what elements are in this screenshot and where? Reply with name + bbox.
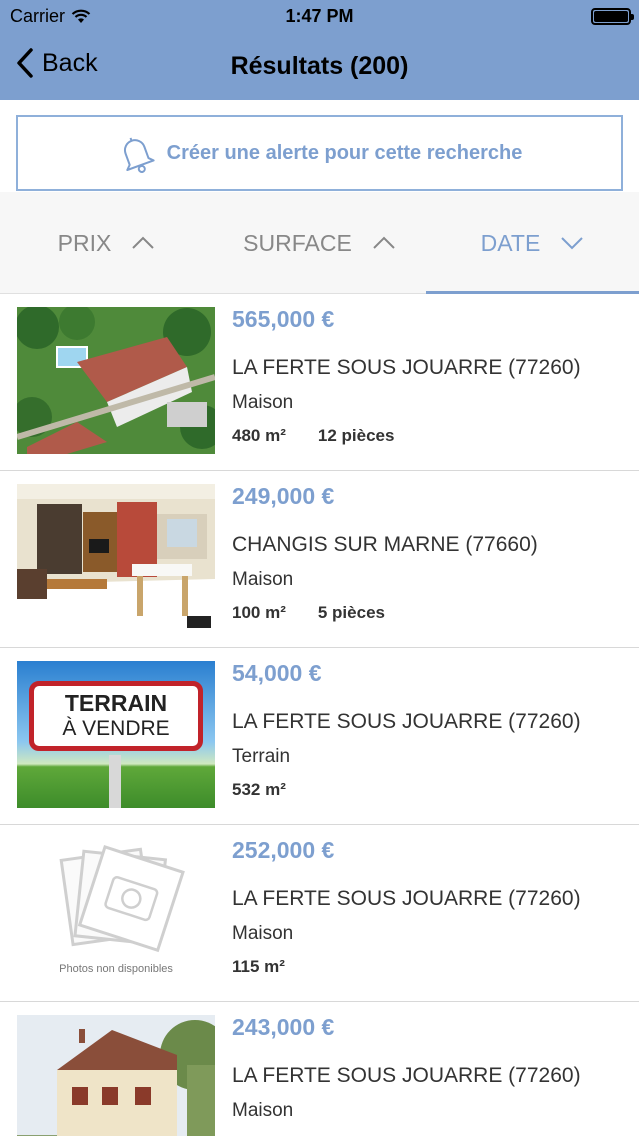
listing-info: 249,000 € CHANGIS SUR MARNE (77660) Mais… <box>232 483 629 623</box>
status-bar: Carrier 1:47 PM <box>0 0 639 36</box>
listing-city: LA FERTE SOUS JOUARRE (77260) <box>232 1064 581 1087</box>
listing-price: 249,000 € <box>232 483 335 509</box>
sign-line-2: À VENDRE <box>62 717 170 740</box>
listing-info: 565,000 € LA FERTE SOUS JOUARRE (77260) … <box>232 306 629 446</box>
camera-placeholder-icon <box>59 845 185 953</box>
listing-city: LA FERTE SOUS JOUARRE (77260) <box>232 710 581 733</box>
listing-meta: 115 m² <box>232 957 629 977</box>
listing-rooms: 5 pièces <box>317 603 385 622</box>
listing-surface: 115 m² <box>232 957 285 976</box>
listing-meta: 480 m² 12 pièces <box>232 426 629 446</box>
bell-icon <box>123 137 155 173</box>
sort-tab-label: SURFACE <box>243 229 352 256</box>
sort-tab-label: PRIX <box>57 229 112 256</box>
list-item[interactable]: 565,000 € LA FERTE SOUS JOUARRE (77260) … <box>0 294 639 471</box>
results-list[interactable]: 565,000 € LA FERTE SOUS JOUARRE (77260) … <box>0 294 639 1136</box>
sort-tab-prix[interactable]: PRIX <box>0 192 213 294</box>
list-item[interactable]: 243,000 € LA FERTE SOUS JOUARRE (77260) … <box>0 1002 639 1136</box>
house-exterior-photo <box>17 1015 215 1136</box>
chevron-up-icon <box>373 236 395 249</box>
listing-meta: 100 m² 5 pièces <box>232 603 629 623</box>
listing-surface: 480 m² <box>232 426 286 445</box>
terrain-sign-photo: TERRAIN À VENDRE <box>17 661 215 808</box>
listing-info: 252,000 € LA FERTE SOUS JOUARRE (77260) … <box>232 837 629 977</box>
listing-price: 252,000 € <box>232 837 335 863</box>
page-title: Résultats (200) <box>230 52 409 80</box>
listing-city: LA FERTE SOUS JOUARRE (77260) <box>232 887 581 910</box>
list-item[interactable]: 249,000 € CHANGIS SUR MARNE (77660) Mais… <box>0 471 639 648</box>
listing-price: 565,000 € <box>232 306 335 332</box>
sort-tab-surface[interactable]: SURFACE <box>213 192 426 294</box>
sort-bar: PRIX SURFACE DATE <box>0 192 639 294</box>
navigation-bar: Back Résultats (200) <box>0 36 639 100</box>
listing-meta: 532 m² <box>232 780 629 800</box>
listing-rooms: 12 pièces <box>317 426 395 445</box>
listing-info: 54,000 € LA FERTE SOUS JOUARRE (77260) T… <box>232 660 629 800</box>
listing-type: Maison <box>232 392 294 413</box>
no-photo-placeholder: Photos non disponibles <box>17 838 215 985</box>
list-item[interactable]: Photos non disponibles 252,000 € LA FERT… <box>0 825 639 1002</box>
listing-info: 243,000 € LA FERTE SOUS JOUARRE (77260) … <box>232 1014 629 1122</box>
listing-city: CHANGIS SUR MARNE (77660) <box>232 533 538 556</box>
sort-tab-date[interactable]: DATE <box>426 192 639 294</box>
listing-city: LA FERTE SOUS JOUARRE (77260) <box>232 356 581 379</box>
listing-surface: 532 m² <box>232 780 286 799</box>
aerial-house-photo <box>17 307 215 454</box>
listing-type: Maison <box>232 569 294 590</box>
alert-section: Créer une alerte pour cette recherche <box>0 100 639 192</box>
no-photo-label: Photos non disponibles <box>59 963 173 975</box>
listing-type: Terrain <box>232 746 291 767</box>
battery-icon <box>591 8 634 25</box>
listing-surface: 100 m² <box>232 603 286 622</box>
chevron-up-icon <box>132 236 155 249</box>
living-room-photo <box>17 484 215 631</box>
list-item[interactable]: TERRAIN À VENDRE 54,000 € LA FERTE SOUS … <box>0 648 639 825</box>
listing-price: 54,000 € <box>232 660 322 686</box>
top-bar: Carrier 1:47 PM Back Résultats (200) <box>0 0 639 100</box>
sort-tab-label: DATE <box>480 229 541 256</box>
create-alert-button[interactable]: Créer une alerte pour cette recherche <box>16 115 623 191</box>
listing-type: Maison <box>232 923 294 944</box>
sign-line-1: TERRAIN <box>64 690 168 716</box>
listing-type: Maison <box>232 1100 294 1121</box>
listing-price: 243,000 € <box>232 1014 335 1040</box>
status-time: 1:47 PM <box>285 6 354 26</box>
chevron-down-icon <box>561 237 584 250</box>
create-alert-label: Créer une alerte pour cette recherche <box>166 141 523 164</box>
